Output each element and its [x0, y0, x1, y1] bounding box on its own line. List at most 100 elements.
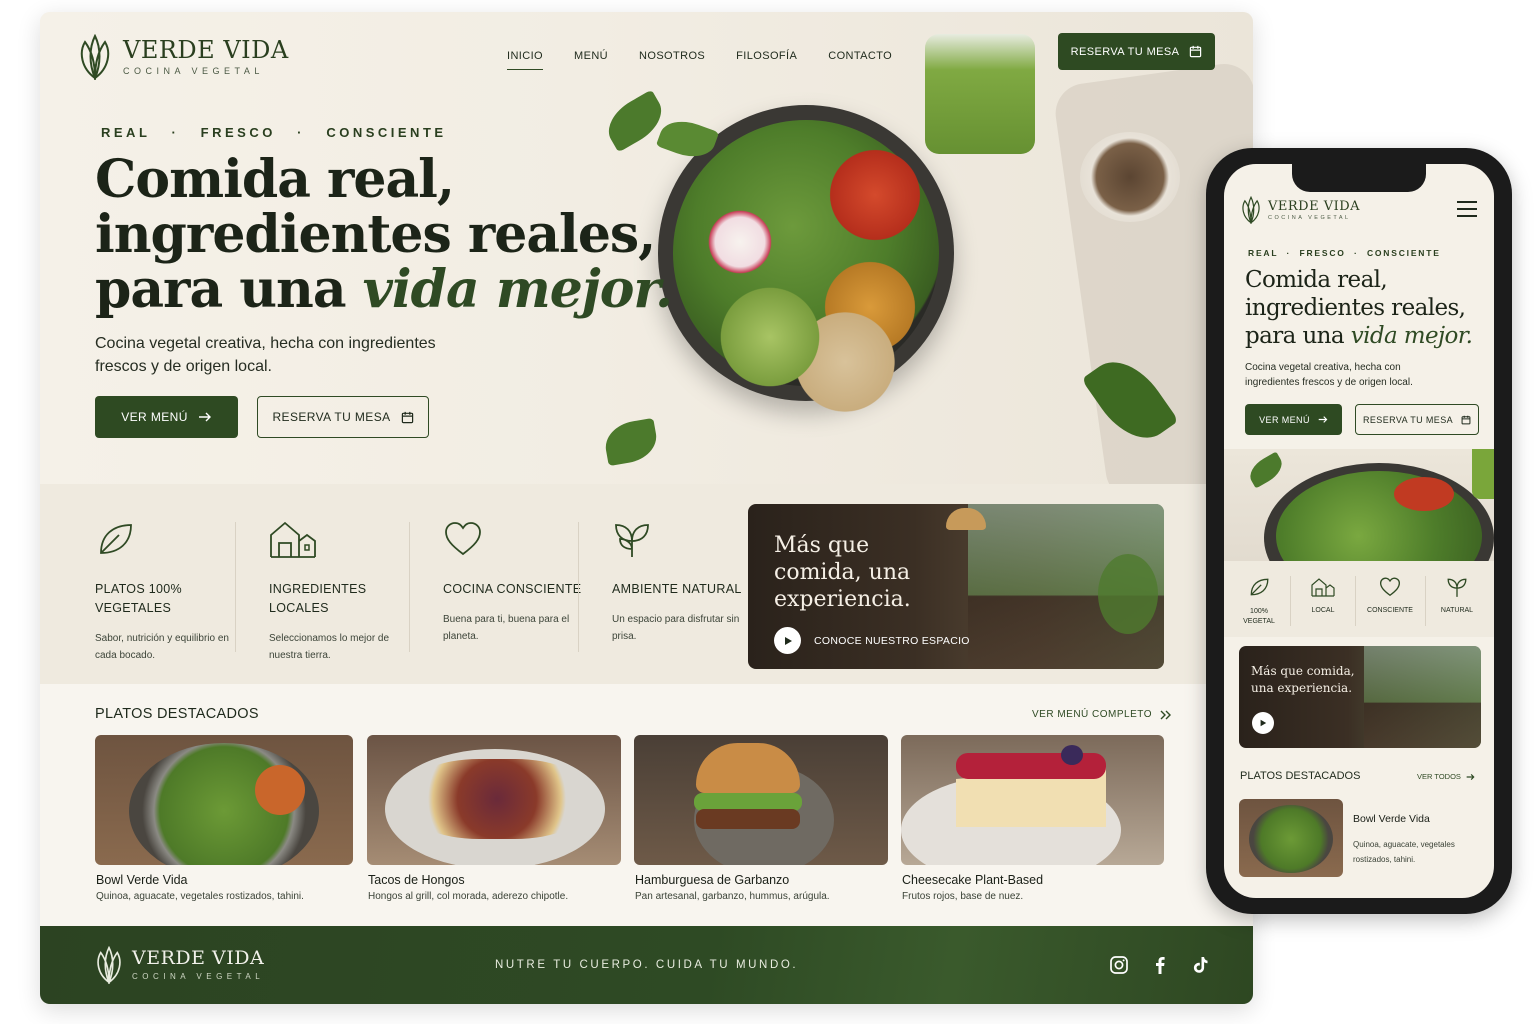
instagram-icon[interactable] [1109, 955, 1129, 975]
mobile-feature-consciente: CONSCIENTE [1360, 576, 1420, 614]
double-arrow-icon [1160, 710, 1171, 719]
feature-text: Seleccionamos lo mejor de nuestra tierra… [269, 633, 390, 661]
mobile-brand-logo[interactable]: VERDE VIDA COCINA VEGETAL [1240, 196, 1360, 224]
mobile-lead: Cocina vegetal creativa, hecha con ingre… [1245, 362, 1413, 388]
footer-brand-name: VERDE VIDA [132, 947, 265, 969]
sprout-icon [1447, 578, 1467, 597]
mobile-feature-local: LOCAL [1300, 576, 1346, 614]
mobile-screen: VERDE VIDA COCINA VEGETAL REAL · FRESCO … [1224, 164, 1494, 898]
feature-title: COCINA CONSCIENTE [443, 582, 582, 596]
dish-card[interactable]: Cheesecake Plant-Based Frutos rojos, bas… [901, 735, 1164, 902]
mobile-tagline: REAL · FRESCO · CONSCIENTE [1248, 248, 1441, 258]
m-featured-title: PLATOS DESTACADOS [1240, 770, 1361, 782]
feature-local: INGREDIENTES LOCALES Seleccionamos lo me… [269, 519, 419, 664]
feature-title: PLATOS 100% VEGETALES [95, 582, 182, 615]
dish-description: Pan artesanal, garbanzo, hummus, arúgula… [635, 891, 830, 902]
site-footer: VERDE VIDA COCINA VEGETAL NUTRE TU CUERP… [40, 926, 1253, 1004]
leaf-icon [1250, 578, 1269, 596]
arrow-right-icon [1318, 416, 1328, 423]
dish-description: Quinoa, aguacate, vegetales rostizados, … [96, 891, 304, 902]
brand-subtitle: COCINA VEGETAL [123, 66, 264, 76]
mobile-feature-vegetal: 100% VEGETAL [1236, 576, 1282, 627]
dish-card[interactable]: Bowl Verde Vida Quinoa, aguacate, vegeta… [95, 735, 353, 902]
dish-card[interactable]: Tacos de Hongos Hongos al grill, col mor… [367, 735, 621, 902]
mobile-dish-card[interactable]: Bowl Verde Vida Quinoa, aguacate, vegeta… [1239, 799, 1481, 879]
phone-notch [1292, 164, 1426, 192]
m-headline-line-1: Comida real, [1245, 267, 1388, 293]
nav-nosotros[interactable]: NOSOTROS [639, 50, 705, 70]
m-feature-label: CONSCIENTE [1367, 607, 1413, 614]
mobile-play-button[interactable] [1252, 712, 1274, 734]
mobile-phone-mockup: VERDE VIDA COCINA VEGETAL REAL · FRESCO … [1206, 148, 1512, 914]
mobile-experience-card[interactable]: Más que comida, una experiencia. [1239, 646, 1481, 748]
divider [1425, 576, 1426, 626]
nav-menu[interactable]: MENÚ [574, 50, 608, 70]
featured-dishes-section: PLATOS DESTACADOS VER MENÚ COMPLETO Bowl… [40, 684, 1253, 926]
nav-filosofia[interactable]: FILOSOFÍA [736, 50, 797, 70]
feature-title: AMBIENTE NATURAL [612, 582, 742, 596]
mobile-brand-subtitle: COCINA VEGETAL [1268, 214, 1351, 221]
mobile-ver-menu-button[interactable]: VER MENÚ [1245, 404, 1342, 435]
leaf-logo-icon [97, 946, 121, 984]
play-button[interactable] [774, 627, 801, 654]
full-menu-link[interactable]: VER MENÚ COMPLETO [1032, 709, 1172, 720]
m-feature-label: NATURAL [1440, 607, 1474, 614]
restaurant-window-image [1364, 646, 1481, 748]
arrow-right-icon [198, 412, 211, 422]
leaf-icon [100, 524, 132, 554]
hamburger-menu-icon[interactable] [1457, 201, 1477, 222]
dish-description: Hongos al grill, col morada, aderezo chi… [368, 891, 569, 902]
dish-image [634, 735, 888, 865]
sprout-icon [615, 524, 649, 557]
nav-inicio[interactable]: INICIO [507, 50, 544, 70]
m-featured-link-label: VER TODOS [1417, 772, 1461, 781]
mobile-reserve-button[interactable]: RESERVA TU MESA [1355, 404, 1479, 435]
market-icon [270, 521, 316, 558]
ver-menu-button[interactable]: VER MENÚ [95, 396, 238, 438]
featured-title: PLATOS DESTACADOS [95, 706, 259, 722]
dish-name: Tacos de Hongos [368, 873, 465, 887]
video-label[interactable]: CONOCE NUESTRO ESPACIO [814, 635, 970, 647]
play-icon [784, 636, 792, 645]
dish-name: Bowl Verde Vida [96, 873, 188, 887]
calendar-icon [1461, 415, 1471, 424]
nav-contacto[interactable]: CONTACTO [828, 50, 892, 70]
play-icon [1260, 719, 1267, 727]
divider [409, 522, 410, 652]
divider [578, 522, 579, 652]
leaf-logo-icon [80, 34, 110, 80]
market-icon [1311, 578, 1335, 597]
divider [1290, 576, 1291, 626]
feature-title: INGREDIENTES LOCALES [269, 582, 367, 615]
hero-section: VERDE VIDA COCINA VEGETAL INICIO MENÚ NO… [40, 12, 1253, 484]
headline-line-3: para una [95, 259, 363, 320]
footer-brand-subtitle: COCINA VEGETAL [132, 972, 265, 981]
headline-line-1: Comida real, [95, 149, 455, 210]
feature-text: Un espacio para disfrutar sin prisa. [612, 614, 740, 642]
reserve-table-button[interactable]: RESERVA TU MESA [257, 396, 429, 438]
feature-text: Sabor, nutrición y equilibrio en cada bo… [95, 633, 229, 661]
divider [235, 522, 236, 652]
dish-image [95, 735, 353, 865]
m-featured-link[interactable]: VER TODOS [1417, 772, 1475, 781]
footer-tagline: NUTRE TU CUERPO. CUIDA TU MUNDO. [495, 959, 799, 971]
tiktok-icon[interactable] [1191, 955, 1211, 975]
dish-image [367, 735, 621, 865]
dish-name: Hamburguesa de Garbanzo [635, 873, 790, 887]
m-headline-line-2: ingredientes reales, [1245, 295, 1466, 321]
facebook-icon[interactable] [1150, 955, 1170, 975]
mobile-hero-food-image [1224, 449, 1494, 561]
experience-card[interactable]: Más que comida, una experiencia. CONOCE … [748, 504, 1164, 669]
hero-tagline: REAL · FRESCO · CONSCIENTE [101, 125, 447, 140]
mobile-feature-natural: NATURAL [1432, 576, 1482, 614]
header-reserve-button[interactable]: RESERVA TU MESA [1058, 33, 1215, 70]
dish-name: Cheesecake Plant-Based [902, 873, 1044, 887]
m-reserve-label: RESERVA TU MESA [1362, 414, 1454, 425]
dish-card[interactable]: Hamburguesa de Garbanzo Pan artesanal, g… [634, 735, 888, 902]
hero-lead: Cocina vegetal creativa, hecha con ingre… [95, 335, 436, 375]
brand-logo[interactable]: VERDE VIDA COCINA VEGETAL [77, 34, 289, 80]
experience-title: Más que comida, una experiencia. [774, 533, 911, 612]
footer-logo[interactable]: VERDE VIDA COCINA VEGETAL [94, 946, 264, 984]
m-ver-menu-label: VER MENÚ [1259, 414, 1310, 425]
leaf-logo-icon [1242, 196, 1260, 224]
